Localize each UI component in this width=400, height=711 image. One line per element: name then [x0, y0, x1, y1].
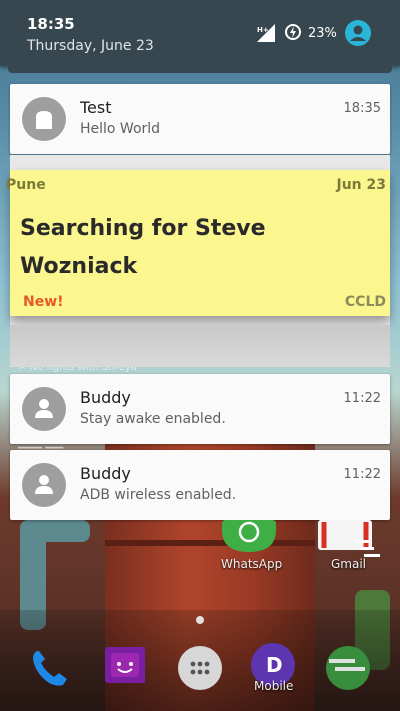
- notification-title: Buddy: [80, 464, 131, 483]
- notification-time: 18:35: [343, 101, 381, 116]
- app-drawer-icon[interactable]: [177, 645, 223, 691]
- messaging-icon[interactable]: [99, 645, 145, 691]
- sticky-note-notification[interactable]: Pune Jun 23 Searching for Steve Wozniack…: [6, 155, 390, 367]
- dock-label-mobile[interactable]: Mobile: [254, 679, 293, 693]
- app-label-whatsapp[interactable]: WhatsApp: [221, 557, 282, 571]
- notification-text: ADB wireless enabled.: [80, 487, 237, 503]
- person-icon: [35, 399, 53, 418]
- android-icon: [36, 111, 52, 129]
- notification-test[interactable]: Test Hello World 18:35: [10, 84, 390, 154]
- svg-text:D: D: [266, 653, 283, 677]
- signal-icon: H+: [257, 24, 275, 42]
- notification-time: 11:22: [343, 391, 381, 406]
- notification-icon-circle: [22, 97, 66, 141]
- whatsapp-icon[interactable]: [222, 520, 276, 552]
- page-indicator: [196, 616, 204, 624]
- sticky-new-label: New!: [23, 294, 64, 310]
- person-icon: [35, 475, 53, 494]
- notification-text: Stay awake enabled.: [80, 411, 226, 427]
- notification-buddy-stay-awake[interactable]: Buddy Stay awake enabled. 11:22: [10, 374, 390, 444]
- wallpaper-pipe: [20, 520, 90, 542]
- sticky-date: Jun 23: [336, 177, 387, 193]
- sticky-body: Searching for Steve Wozniack: [20, 216, 266, 279]
- notification-text: Hello World: [80, 121, 161, 137]
- phone-icon[interactable]: [27, 645, 73, 691]
- battery-saver-icon: [285, 24, 301, 40]
- notification-buddy-adb[interactable]: Buddy ADB wireless enabled. 11:22: [10, 450, 390, 520]
- sticky-location: Pune: [6, 177, 46, 193]
- notification-icon-circle: [22, 463, 66, 507]
- panel-handle[interactable]: [8, 66, 392, 73]
- date: Thursday, June 23: [27, 38, 154, 54]
- notification-icon-circle: [22, 387, 66, 431]
- notification-stack-icon: [356, 540, 380, 557]
- battery-percent: 23%: [308, 26, 337, 41]
- clock: 18:35: [27, 15, 75, 33]
- sticky-note[interactable]: Pune Jun 23 Searching for Steve Wozniack…: [6, 170, 390, 316]
- user-avatar-icon[interactable]: [345, 20, 371, 46]
- svg-text:H+: H+: [257, 26, 269, 34]
- notification-title: Test: [80, 98, 112, 117]
- status-bar: 18:35 Thursday, June 23 H+ 23%: [0, 0, 400, 66]
- notification-title: Buddy: [80, 388, 131, 407]
- notification-time: 11:22: [343, 467, 381, 482]
- wallpaper-stripe: [105, 540, 315, 546]
- sticky-tag: CCLD: [344, 294, 386, 310]
- sticky-note-footer: [10, 325, 390, 367]
- browser-icon[interactable]: [325, 645, 371, 691]
